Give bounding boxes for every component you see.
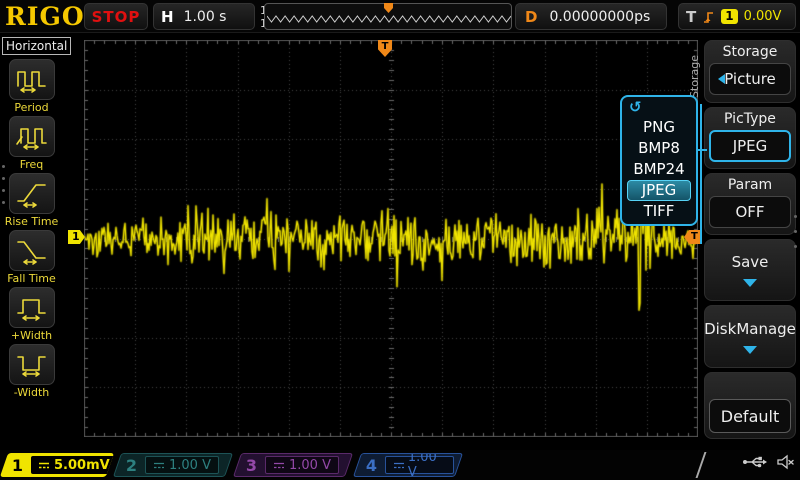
- storage-label: Storage: [705, 41, 795, 60]
- option-tiff[interactable]: TIFF: [627, 201, 691, 222]
- delay-label: D: [525, 8, 537, 26]
- left-menu: Horizontal Period Freq: [0, 34, 63, 449]
- freq-icon: [15, 123, 49, 151]
- pictype-popup: ↺ PNG BMP8 BMP24 JPEG TIFF: [620, 95, 698, 226]
- down-arrow-icon: [743, 346, 757, 354]
- menu-item-period[interactable]: Period: [0, 59, 63, 114]
- popup-connector: [697, 149, 707, 151]
- left-menu-title: Horizontal: [2, 37, 71, 55]
- trigger-edge-icon: [702, 9, 715, 25]
- option-jpeg[interactable]: JPEG: [627, 180, 691, 201]
- menu-item-rise-time[interactable]: Rise Time: [0, 173, 63, 228]
- channel-1-offset-marker[interactable]: 1: [68, 230, 85, 244]
- speaker-muted-icon: [776, 454, 796, 470]
- usb-icon: [742, 454, 768, 470]
- coupling-icon: [273, 461, 285, 470]
- channel-2-tab[interactable]: 2 1.00 V: [113, 453, 233, 477]
- graticule-canvas[interactable]: [84, 40, 698, 437]
- oscilloscope-screen: RIGOL STOP H 1.00 s 1.00MSa/s 12.0M pts …: [0, 0, 800, 480]
- storage-group: Storage Picture: [704, 40, 796, 103]
- popup-connector-line: [700, 104, 702, 244]
- minus-width-icon: [15, 351, 49, 379]
- left-arrow-icon: [718, 74, 725, 84]
- coupling-icon: [38, 461, 50, 470]
- param-button[interactable]: OFF: [709, 196, 791, 228]
- timebase-label: H: [161, 8, 174, 26]
- diskmanage-button[interactable]: DiskManage: [704, 305, 796, 368]
- save-button[interactable]: Save: [704, 239, 796, 301]
- coupling-icon: [153, 461, 165, 470]
- pictype-options: PNG BMP8 BMP24 JPEG TIFF: [622, 117, 696, 222]
- trigger-label: T: [686, 8, 696, 26]
- down-arrow-icon: [743, 279, 757, 287]
- menu-item-fall-time[interactable]: Fall Time: [0, 230, 63, 285]
- waveform-preview-strip[interactable]: [264, 3, 512, 30]
- default-group: Default: [704, 372, 796, 439]
- channel-1-tab[interactable]: 1 5.00mV B: [0, 453, 114, 477]
- bottom-bar: 1 5.00mV B 2 1.00 V 3: [0, 450, 800, 480]
- rise-time-button[interactable]: [9, 173, 55, 214]
- trigger-box[interactable]: T 1 0.00V: [678, 3, 796, 30]
- delay-value: 0.00000000ps: [549, 9, 650, 25]
- channel-4-scale: 1.00 V: [408, 453, 446, 477]
- pictype-label: PicType: [705, 108, 795, 127]
- channel-3-tab[interactable]: 3 1.00 V: [233, 453, 353, 477]
- default-button[interactable]: Default: [709, 399, 791, 433]
- menu-item-freq[interactable]: Freq: [0, 116, 63, 171]
- timebase-value: 1.00 s: [184, 9, 227, 25]
- plus-width-button[interactable]: [9, 287, 55, 328]
- run-state-button[interactable]: STOP: [84, 3, 148, 30]
- timebase-box[interactable]: H 1.00 s: [153, 3, 255, 30]
- delay-box[interactable]: D 0.00000000ps: [515, 3, 667, 30]
- period-icon: [15, 66, 49, 94]
- cycle-icon: ↺: [622, 99, 696, 117]
- trigger-source-badge: 1: [721, 9, 737, 24]
- channel-2-scale: 1.00 V: [169, 458, 211, 473]
- fall-time-button[interactable]: [9, 230, 55, 271]
- top-bar: RIGOL STOP H 1.00 s 1.00MSa/s 12.0M pts …: [0, 0, 800, 33]
- param-label: Param: [705, 174, 795, 193]
- left-menu-page-dots: [2, 165, 5, 204]
- coupling-icon: [393, 461, 404, 470]
- channel-3-scale: 1.00 V: [289, 458, 331, 473]
- option-bmp24[interactable]: BMP24: [627, 159, 691, 180]
- pictype-group: PicType JPEG: [704, 107, 796, 169]
- freq-button[interactable]: [9, 116, 55, 157]
- channel-4-tab[interactable]: 4 1.00 V: [353, 453, 463, 477]
- pictype-button[interactable]: JPEG: [709, 130, 791, 162]
- option-png[interactable]: PNG: [627, 117, 691, 138]
- param-group: Param OFF: [704, 173, 796, 235]
- rise-time-icon: [15, 180, 49, 208]
- plus-width-icon: [15, 294, 49, 322]
- status-icons: [742, 454, 796, 470]
- option-bmp8[interactable]: BMP8: [627, 138, 691, 159]
- channel-1-scale: 5.00mV: [54, 458, 110, 473]
- storage-type-button[interactable]: Picture: [709, 63, 791, 95]
- period-button[interactable]: [9, 59, 55, 100]
- menu-item-minus-width[interactable]: -Width: [0, 344, 63, 399]
- right-menu-page-dots: [794, 215, 797, 248]
- menu-item-plus-width[interactable]: +Width: [0, 287, 63, 342]
- fall-time-icon: [15, 237, 49, 265]
- minus-width-button[interactable]: [9, 344, 55, 385]
- trigger-level-value: 0.00V: [744, 9, 782, 24]
